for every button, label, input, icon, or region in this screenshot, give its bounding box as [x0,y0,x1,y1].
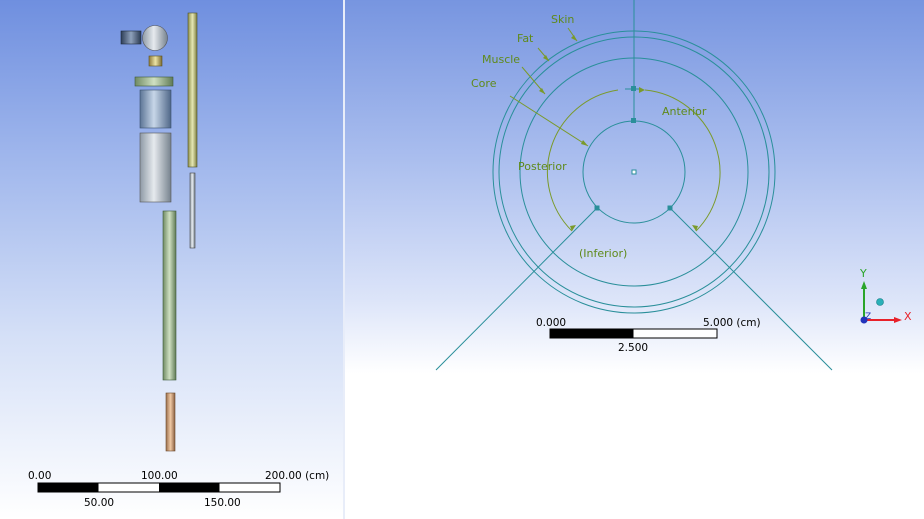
top-core-point[interactable] [631,118,636,123]
lower-leg-part[interactable] [165,392,176,452]
right-graphics-viewport[interactable]: Skin Fat Muscle Core Anterior Posterior … [345,0,924,519]
triad-y-arrowhead [861,281,867,289]
small-cylinder-part[interactable] [148,55,163,67]
right-core-point[interactable] [667,205,673,211]
muscle-label: Muscle [482,53,520,66]
upper-torso-part[interactable] [139,89,172,129]
right-scale-bar: 0.000 5.000 (cm) 2.500 [536,317,761,354]
inferior-label: (Inferior) [579,247,627,260]
thigh-part[interactable] [162,210,177,381]
head-sphere-part[interactable] [142,25,168,51]
anterior-start-arrowhead [639,87,645,93]
left-scale-label-200: 200.00 (cm) [265,470,329,482]
triad-z-label: Z [865,312,871,322]
center-point[interactable] [631,169,637,175]
left-core-point[interactable] [594,205,600,211]
triad-y-label: Y [859,267,867,280]
coordinate-triad[interactable]: Y X Z [859,267,912,324]
right-diagonal-construction-line[interactable] [669,207,833,371]
left-diagonal-construction-line[interactable] [435,207,598,371]
left-scale-label-50: 50.00 [84,497,114,509]
left-scale-bar: 0.00 100.00 200.00 (cm) 50.00 150.00 [28,470,329,509]
fat-label: Fat [517,32,534,45]
muscle-top-point[interactable] [631,86,636,91]
cross-section-canvas[interactable]: Skin Fat Muscle Core Anterior Posterior … [345,0,924,519]
right-scale-label-end: 5.000 (cm) [703,317,761,329]
left-scale-label-0: 0.00 [28,470,51,482]
skin-label: Skin [551,13,574,26]
core-label: Core [471,77,497,90]
right-scale-label-start: 0.000 [536,317,566,329]
right-scale-label-mid: 2.500 [618,342,648,354]
fat-arrowhead [543,55,549,61]
muscle-arrowhead [539,88,545,94]
triad-iso-ball[interactable] [876,298,884,306]
neck-block-part[interactable] [120,30,142,45]
thin-disc-part[interactable] [134,76,174,87]
core-leader [509,95,589,147]
left-scale-label-150: 150.00 [204,497,241,509]
left-graphics-viewport[interactable]: 0.00 100.00 200.00 (cm) 50.00 150.00 [0,0,343,519]
forearm-part[interactable] [189,172,196,249]
left-scale-label-100: 100.00 [141,470,178,482]
lower-torso-part[interactable] [139,132,172,203]
core-arrowhead [581,140,588,146]
left-geometry-canvas[interactable]: 0.00 100.00 200.00 (cm) 50.00 150.00 [0,0,343,519]
skin-arrowhead [571,35,577,41]
anterior-label: Anterior [662,105,707,118]
triad-x-arrowhead [894,317,902,323]
triad-x-label: X [904,310,912,323]
posterior-label: Posterior [518,160,567,173]
upper-arm-part[interactable] [187,12,198,168]
